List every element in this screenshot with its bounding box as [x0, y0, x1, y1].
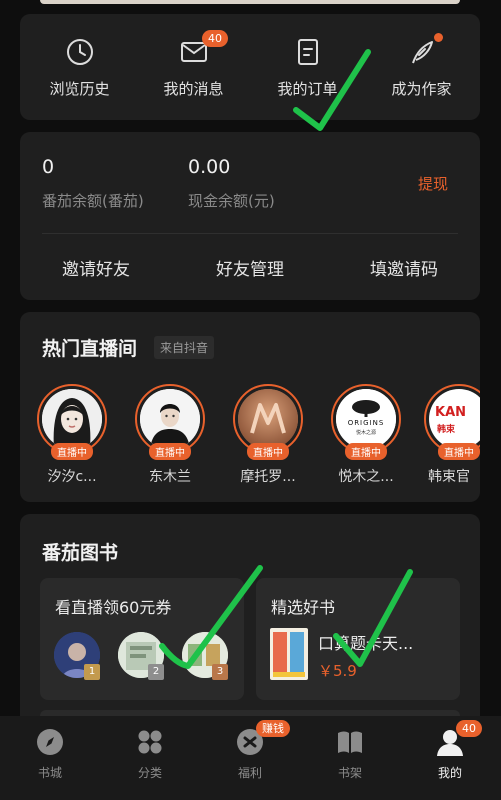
compass-icon [37, 729, 63, 755]
enter-invite-code-button[interactable]: 填邀请码 [370, 255, 438, 280]
live-status-pill: 直播中 [345, 443, 387, 460]
browse-history-label: 浏览历史 [49, 80, 110, 98]
streamer-item[interactable]: 直播中 汐汐c... [32, 384, 112, 486]
wallet-card: 0 番茄余额(番茄) 0.00 现金余额(元) 提现 邀请好友 好友管理 填邀请… [20, 132, 480, 300]
my-orders-button[interactable]: 我的订单 [250, 38, 365, 99]
profile-page: 浏览历史 40 我的消息 我的订单 成为作家 0 番茄余额(番茄) 0.00 现… [0, 0, 501, 800]
welfare-badge: 赚钱 [256, 720, 290, 737]
book-cover [270, 628, 308, 680]
live-status-pill: 直播中 [438, 443, 480, 460]
quick-actions-card: 浏览历史 40 我的消息 我的订单 成为作家 [20, 14, 480, 120]
wallet-divider [42, 233, 458, 234]
quill-icon [411, 41, 433, 64]
tab-categories[interactable]: 分类 [100, 728, 200, 781]
tab-categories-label: 分类 [137, 766, 162, 780]
kans-logo-text: KAN [435, 405, 467, 420]
tab-mine[interactable]: 40 我的 [400, 720, 500, 781]
become-writer-button[interactable]: 成为作家 [364, 33, 479, 99]
source-tag: 来自抖音 [154, 336, 215, 359]
featured-books-card[interactable]: 精选好书 口算题卡天... ￥5.9 [256, 578, 460, 700]
streamer-item[interactable]: 直播中 摩托罗... [228, 384, 308, 486]
origins-logo-subtext: 悦木之源 [355, 430, 376, 436]
withdraw-button[interactable]: 提现 [418, 173, 448, 194]
cash-balance-value: 0.00 [188, 156, 231, 178]
hot-live-card: 热门直播间 来自抖音 直播中 汐汐c... 直播中 东木兰 直播中 摩托罗...… [20, 312, 480, 502]
tab-mine-label: 我的 [437, 766, 462, 780]
my-messages-label: 我的消息 [163, 80, 224, 98]
order-icon [297, 39, 318, 65]
tomato-balance-value: 0 [42, 156, 55, 178]
live-coupon-title: 看直播领60元券 [55, 598, 172, 617]
my-orders-label: 我的订单 [277, 80, 338, 98]
clock-icon [66, 39, 93, 65]
tab-welfare[interactable]: 赚钱 福利 [200, 720, 300, 781]
avatar: 直播中 [37, 384, 107, 460]
bottom-tab-bar: 书城 分类 赚钱 福利 书架 40 我的 [0, 716, 501, 800]
tomato-balance-label: 番茄余额(番茄) [42, 192, 144, 210]
cash-balance-label: 现金余额(元) [188, 192, 275, 210]
streamer-item[interactable]: KAN 韩束 直播中 韩束官 [424, 384, 480, 486]
tab-bookshelf[interactable]: 书架 [300, 728, 400, 781]
book-price: ￥5.9 [318, 662, 357, 680]
live-status-pill: 直播中 [51, 443, 93, 460]
rank-badge: 1 [84, 664, 100, 680]
avatar: KAN 韩束 直播中 [424, 384, 480, 460]
kans-logo-subtext: 韩束 [437, 425, 456, 435]
avatar: ORIGINS 悦木之源 直播中 [331, 384, 401, 460]
streamer-name: 摩托罗... [240, 469, 296, 485]
tab-bookshelf-label: 书架 [337, 766, 362, 780]
tomato-books-title: 番茄图书 [42, 542, 119, 564]
rank-badge: 3 [212, 664, 228, 680]
origins-logo-text: ORIGINS [347, 419, 385, 427]
browse-history-button[interactable]: 浏览历史 [22, 38, 137, 99]
avatar: 直播中 [233, 384, 303, 460]
grid-icon [138, 730, 162, 754]
writer-notification-dot [434, 33, 443, 42]
live-status-pill: 直播中 [247, 443, 289, 460]
streamer-item[interactable]: 直播中 东木兰 [130, 384, 210, 486]
become-writer-label: 成为作家 [391, 80, 452, 98]
messages-badge: 40 [202, 30, 228, 47]
tab-welfare-label: 福利 [237, 766, 262, 780]
live-status-pill: 直播中 [149, 443, 191, 460]
rank-badge: 2 [148, 664, 164, 680]
friend-management-button[interactable]: 好友管理 [216, 255, 284, 280]
streamer-name: 汐汐c... [47, 469, 97, 485]
top-banner-edge [40, 0, 460, 4]
book-name: 口算题卡天... [318, 634, 414, 653]
my-messages-button[interactable]: 40 我的消息 [136, 30, 251, 99]
live-coupon-card[interactable]: 看直播领60元券 1 2 3 [40, 578, 244, 700]
streamer-name: 韩束官 [428, 469, 470, 485]
tab-bookstore-label: 书城 [37, 766, 62, 780]
mine-badge: 40 [456, 720, 482, 737]
streamer-name: 东木兰 [149, 469, 191, 485]
avatar: 直播中 [135, 384, 205, 460]
featured-books-title: 精选好书 [271, 598, 336, 617]
book-icon [338, 731, 362, 753]
tab-bookstore[interactable]: 书城 [0, 728, 100, 781]
streamer-item[interactable]: ORIGINS 悦木之源 直播中 悦木之... [326, 384, 406, 486]
streamer-name: 悦木之... [338, 469, 394, 485]
invite-friends-button[interactable]: 邀请好友 [62, 255, 130, 280]
hot-live-title: 热门直播间 [42, 338, 138, 360]
